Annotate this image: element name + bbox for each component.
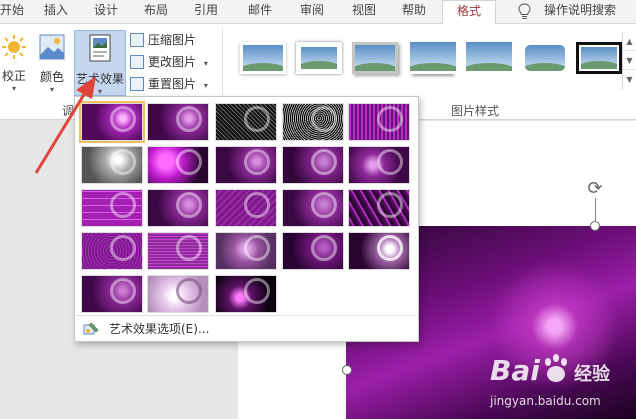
compress-icon (130, 33, 144, 47)
artistic-effects-button[interactable]: 艺术效果 ▾ (74, 30, 126, 96)
effect-mosaic-bubbles[interactable] (81, 189, 143, 227)
picture-style-rounded[interactable] (522, 42, 568, 74)
corrections-button[interactable]: 校正 ▾ (0, 30, 28, 96)
lightbulb-icon (518, 3, 531, 19)
effect-film-grain[interactable] (81, 275, 143, 313)
tab-review[interactable]: 审阅 (292, 0, 332, 24)
effect-pencil-grayscale[interactable] (215, 103, 277, 141)
chevron-down-icon: ▾ (49, 85, 54, 94)
effect-paint-brush[interactable] (215, 146, 277, 184)
effect-paint-strokes[interactable] (147, 146, 209, 184)
effect-marker[interactable] (147, 103, 209, 141)
reset-picture-icon (130, 77, 144, 91)
chevron-down-icon: ▾ (203, 81, 208, 90)
effect-light-screen[interactable] (147, 275, 209, 313)
tab-help[interactable]: 帮助 (394, 0, 434, 24)
tab-design[interactable]: 设计 (86, 0, 126, 24)
effect-line-drawing[interactable] (348, 103, 410, 141)
effect-glow-edges[interactable] (348, 232, 410, 270)
picture-style-simple-frame[interactable] (240, 42, 286, 74)
picture-color-icon (39, 34, 65, 60)
change-picture-icon (130, 55, 144, 69)
effect-plastic-wrap[interactable] (147, 232, 209, 270)
picture-style-shadow[interactable] (352, 42, 398, 74)
tab-insert[interactable]: 插入 (36, 0, 76, 24)
artistic-effects-gallery: 艺术效果选项(E)... (74, 96, 419, 342)
resize-handle-left[interactable] (342, 365, 352, 375)
tab-mailings[interactable]: 邮件 (240, 0, 280, 24)
tell-me-search[interactable]: 操作说明搜索 (544, 0, 616, 24)
effect-glow-diffused[interactable] (282, 146, 344, 184)
artistic-options-icon (83, 322, 99, 335)
effect-cement[interactable] (215, 189, 277, 227)
compress-label: 压缩图片 (148, 33, 197, 47)
more-icon[interactable]: ▼ (623, 70, 636, 89)
color-label: 颜色 (39, 70, 64, 84)
color-button[interactable]: 颜色 ▾ (34, 30, 70, 96)
effect-pencil-sketch[interactable] (282, 103, 344, 141)
effect-cutout[interactable] (215, 232, 277, 270)
rotate-connector (595, 198, 596, 222)
chevron-down-icon: ▾ (11, 84, 16, 93)
gallery-scroll[interactable]: ▲ ▼ ▼ (622, 32, 636, 90)
corrections-label: 校正 (1, 69, 26, 83)
tab-layout[interactable]: 布局 (136, 0, 176, 24)
compress-pictures-button[interactable]: 压缩图片 (128, 30, 196, 50)
effect-chalk-sketch[interactable] (81, 146, 143, 184)
watermark-suffix: 经验 (574, 364, 610, 385)
artistic-effects-icon (89, 34, 111, 62)
adjust-group-label: 调 (62, 104, 75, 118)
chevron-up-icon[interactable]: ▲ (623, 32, 636, 51)
picture-style-black-frame[interactable] (576, 42, 622, 74)
effect-none[interactable] (79, 101, 145, 143)
rotate-icon[interactable]: ⟳ (584, 178, 606, 200)
reset-picture-button[interactable]: 重置图片 ▾ (128, 74, 208, 94)
tab-home[interactable]: 开始 (0, 0, 24, 24)
artistic-effects-options-item[interactable]: 艺术效果选项(E)... (77, 318, 418, 340)
effect-watercolor-sponge[interactable] (215, 275, 277, 313)
change-label: 更改图片 (148, 55, 197, 69)
effect-glass[interactable] (147, 189, 209, 227)
paw-icon (545, 354, 567, 382)
watermark-url: jingyan.baidu.com (490, 394, 601, 408)
artistic-effects-options-label: 艺术效果选项(E)... (109, 322, 210, 336)
change-picture-button[interactable]: 更改图片 ▾ (128, 52, 208, 72)
chevron-down-icon: ▾ (203, 59, 208, 68)
watermark: Bai 经验 jingyan.baidu.com (482, 348, 632, 414)
picture-style-soft-edge[interactable] (466, 42, 512, 74)
menu-divider (76, 315, 417, 316)
resize-handle-top[interactable] (590, 221, 600, 231)
tab-view[interactable]: 视图 (344, 0, 384, 24)
effect-crisscross-etching[interactable] (348, 189, 410, 227)
effect-blur[interactable] (348, 146, 410, 184)
watermark-brand: Bai (490, 354, 540, 387)
tab-references[interactable]: 引用 (186, 0, 226, 24)
picture-style-beveled[interactable] (296, 42, 342, 74)
picture-styles-group-label: 图片样式 (451, 104, 500, 118)
sun-icon (2, 35, 26, 59)
chevron-down-icon[interactable]: ▼ (623, 51, 636, 70)
reset-label: 重置图片 (148, 77, 197, 91)
tab-format[interactable]: 格式 (442, 0, 496, 25)
effect-texturizer[interactable] (282, 189, 344, 227)
effect-pastels-smooth[interactable] (81, 232, 143, 270)
artistic-effects-label: 艺术效果 (75, 72, 124, 86)
ribbon-tab-bar: 开始 插入 设计 布局 引用 邮件 审阅 视图 帮助 格式 操作说明搜索 (0, 0, 636, 25)
effect-photocopy[interactable] (282, 232, 344, 270)
picture-style-reflected[interactable] (410, 42, 456, 74)
